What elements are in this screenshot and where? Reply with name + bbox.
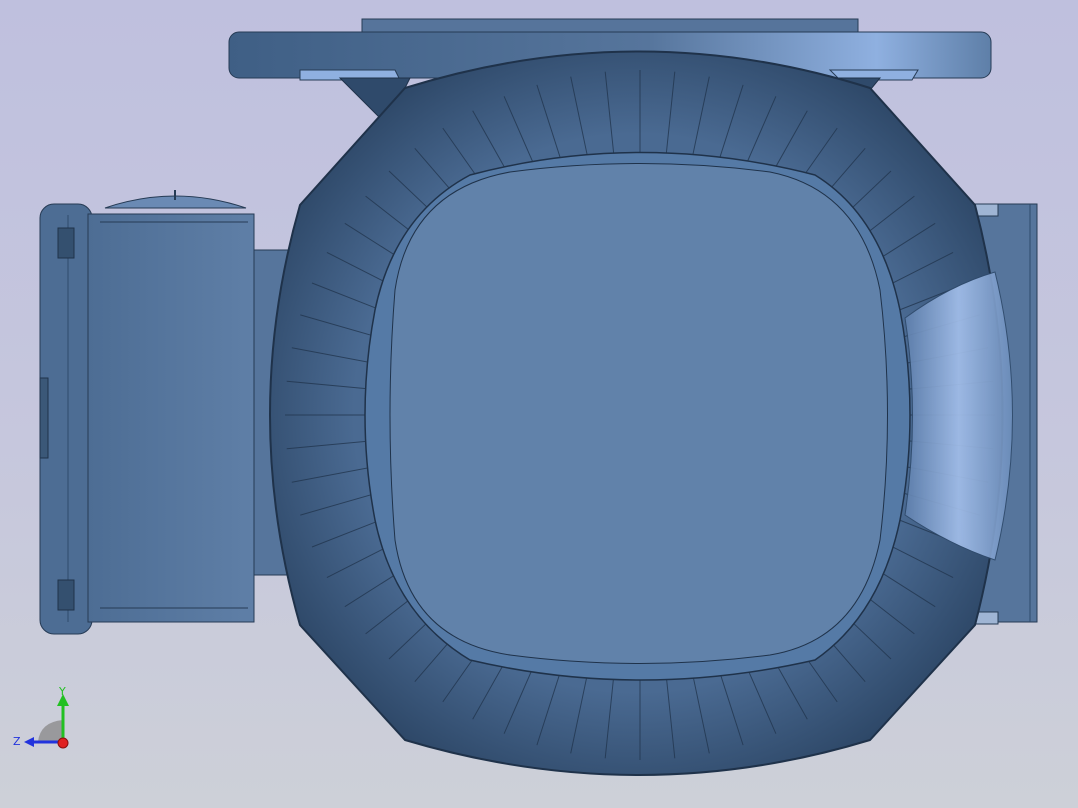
z-axis-arrow <box>24 737 34 747</box>
cad-model-gearmotor-view[interactable] <box>0 0 1078 808</box>
terminal-box[interactable] <box>39 190 289 635</box>
motor-housing[interactable] <box>269 50 1013 776</box>
ribs-right-highlight <box>904 271 1013 561</box>
cover-latch-top <box>57 227 75 259</box>
orientation-triad[interactable]: Y Z <box>10 686 80 756</box>
z-axis-label: Z <box>13 735 21 748</box>
cover-edge-tab <box>39 377 49 459</box>
triad-plane-arc <box>38 720 63 742</box>
terminal-box-body <box>87 213 255 623</box>
y-axis-label: Y <box>58 686 66 698</box>
x-axis-dot <box>57 737 69 749</box>
housing-center-face <box>389 163 888 664</box>
3d-viewport[interactable]: Y Z <box>0 0 1078 808</box>
cover-latch-bottom <box>57 579 75 611</box>
